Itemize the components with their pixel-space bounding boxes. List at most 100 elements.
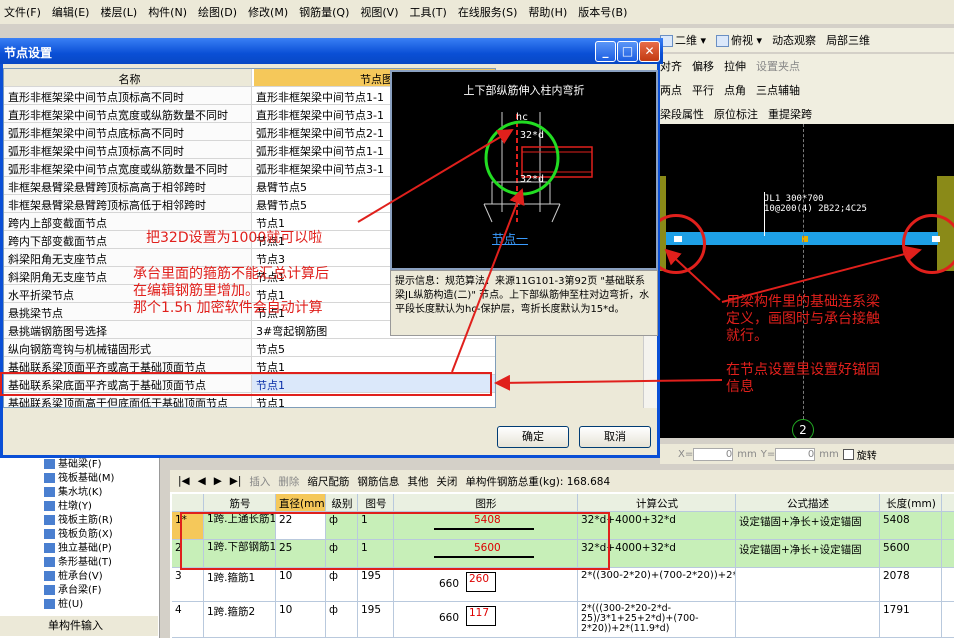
beam-span-attr-button[interactable]: 梁段属性 bbox=[660, 106, 704, 122]
highlight-rebar-rows bbox=[180, 512, 610, 570]
beam-label: JL1 300*700 10@200(4) 2B22;4C25 bbox=[764, 194, 867, 214]
beam-icon bbox=[44, 459, 55, 469]
rebar-icon bbox=[44, 515, 55, 525]
tree-item[interactable]: 集水坑(K) bbox=[0, 486, 159, 500]
2d-button[interactable]: 二维 ▾ bbox=[660, 32, 706, 48]
hint-panel: 提示信息：规范算法：来源11G101-3第92页 "基础联系梁JL纵筋构造(二)… bbox=[390, 270, 658, 336]
edit-toolbar: 对齐 偏移 拉伸 设置夹点 bbox=[660, 54, 954, 78]
minimize-button[interactable]: _ bbox=[595, 41, 616, 62]
axis-number-bubble: 2 bbox=[792, 419, 814, 438]
table-row[interactable]: 4 1跨.箍筋2 10 ф 195 660 117 2*(((300-2*20-2… bbox=[172, 602, 954, 638]
close-dialog-button[interactable]: ✕ bbox=[639, 41, 660, 62]
rebar-info-button[interactable]: 钢筋信息 bbox=[357, 474, 399, 489]
tree-item[interactable]: 条形基础(T) bbox=[0, 556, 159, 570]
table-row[interactable]: 3 1跨.箍筋1 10 ф 195 660 260 2*((300-2*20)+(… bbox=[172, 568, 954, 602]
nav-last[interactable]: ▶| bbox=[230, 475, 242, 487]
tree-item[interactable]: 筏板基础(M) bbox=[0, 472, 159, 486]
tree-item[interactable]: 筏板主筋(R) bbox=[0, 514, 159, 528]
pile-icon bbox=[44, 599, 55, 609]
menu-help[interactable]: 帮助(H) bbox=[528, 4, 567, 20]
y-input[interactable]: 0 bbox=[775, 447, 816, 461]
footing-icon bbox=[44, 543, 55, 553]
menu-floor[interactable]: 楼层(L) bbox=[100, 4, 137, 20]
menu-draw[interactable]: 绘图(D) bbox=[198, 4, 237, 20]
parallel-button[interactable]: 平行 bbox=[692, 82, 714, 98]
stretch-button[interactable]: 拉伸 bbox=[724, 58, 746, 74]
dim-hc: hc bbox=[516, 112, 529, 123]
grid-row[interactable]: 纵向钢筋弯钩与机械锚固形式 节点5 bbox=[4, 339, 495, 357]
cube-icon bbox=[716, 35, 730, 47]
label-leader bbox=[764, 192, 765, 236]
tree-item[interactable]: 筏板负筋(X) bbox=[0, 528, 159, 542]
ok-button[interactable]: 确定 bbox=[497, 426, 569, 448]
three-point-axis-button[interactable]: 三点辅轴 bbox=[756, 82, 800, 98]
two-point-button[interactable]: 两点 bbox=[660, 82, 682, 98]
other-button[interactable]: 其他 bbox=[407, 474, 428, 489]
dialog-title: 节点设置 bbox=[0, 38, 663, 64]
axis-toolbar: 两点 平行 点角 三点辅轴 bbox=[660, 78, 954, 102]
menu-edit[interactable]: 编辑(E) bbox=[52, 4, 90, 20]
rebar-icon bbox=[44, 529, 55, 539]
grip-left[interactable] bbox=[674, 236, 682, 242]
nav-first[interactable]: |◀ bbox=[178, 475, 190, 487]
node-link[interactable]: 节点一 bbox=[492, 230, 528, 247]
menu-bar: 文件(F) 编辑(E) 楼层(L) 构件(N) 绘图(D) 修改(M) 钢筋量(… bbox=[0, 0, 954, 24]
dim-bottom: 32*d bbox=[520, 174, 545, 185]
total-weight: 单构件钢筋总重(kg): 168.684 bbox=[465, 475, 611, 488]
rebar-table-header: 筋号 直径(mm) 级别 图号 图形 计算公式 公式描述 长度(mm) bbox=[172, 494, 954, 512]
maximize-button[interactable]: □ bbox=[617, 41, 638, 62]
annotation-anchor-setting: 在节点设置里设置好锚固 信息 bbox=[726, 362, 880, 395]
annotation-stirrup-note: 承台里面的箍筋不能汇总计算后 在编辑钢筋里增加。 那个1.5h 加密软件会自动计… bbox=[133, 266, 329, 316]
stirrup-shape-cell: 660 117 bbox=[394, 602, 578, 637]
menu-rebar[interactable]: 钢筋量(Q) bbox=[299, 4, 349, 20]
tree-footer[interactable]: 单构件输入 bbox=[0, 616, 158, 636]
tree-item[interactable]: 桩承台(V) bbox=[0, 570, 159, 584]
re-extract-span-button[interactable]: 重提梁跨 bbox=[768, 106, 812, 122]
offset-button[interactable]: 偏移 bbox=[692, 58, 714, 74]
pile-cap-icon bbox=[44, 571, 55, 581]
annotation-32d: 把32D设置为1000就可以啦 bbox=[146, 230, 323, 246]
rotate-checkbox[interactable] bbox=[842, 448, 854, 460]
scale-rebar-button[interactable]: 缩尺配筋 bbox=[307, 474, 349, 489]
local-3d-button[interactable]: 局部三维 bbox=[826, 32, 870, 48]
x-input[interactable]: 0 bbox=[693, 447, 734, 461]
tree-item[interactable]: 独立基础(P) bbox=[0, 542, 159, 556]
menu-file[interactable]: 文件(F) bbox=[4, 4, 41, 20]
rebar-toolbar: |◀ ◀ ▶ ▶| 插入 删除 缩尺配筋 钢筋信息 其他 关闭 单构件钢筋总重(… bbox=[170, 470, 954, 492]
menu-modify[interactable]: 修改(M) bbox=[248, 4, 288, 20]
view-toolbar: 二维 ▾ 俯视 ▾ 动态观察 局部三维 bbox=[660, 28, 954, 52]
nav-next[interactable]: ▶ bbox=[214, 475, 222, 487]
in-place-mark-button[interactable]: 原位标注 bbox=[714, 106, 758, 122]
delete-button[interactable]: 删除 bbox=[278, 474, 299, 489]
cancel-button[interactable]: 取消 bbox=[579, 426, 651, 448]
close-button[interactable]: 关闭 bbox=[436, 474, 457, 489]
cap-beam-icon bbox=[44, 585, 55, 595]
grip-right[interactable] bbox=[932, 236, 940, 242]
dynamic-view-button[interactable]: 动态观察 bbox=[772, 32, 816, 48]
dim-top: 32*d bbox=[520, 130, 545, 141]
menu-version[interactable]: 版本号(B) bbox=[578, 4, 627, 20]
rotate-label: 旋转 bbox=[856, 450, 877, 462]
hint-label: 提示信息： bbox=[395, 276, 445, 287]
menu-online[interactable]: 在线服务(S) bbox=[458, 4, 518, 20]
menu-tools[interactable]: 工具(T) bbox=[410, 4, 447, 20]
align-button[interactable]: 对齐 bbox=[660, 58, 682, 74]
tree-item[interactable]: 桩(U) bbox=[0, 598, 159, 612]
insert-button[interactable]: 插入 bbox=[249, 474, 270, 489]
annotation-beam-def: 用梁构件里的基础连系梁 定义，画图时与承台接触 就行。 bbox=[726, 294, 880, 344]
tree-item[interactable]: 柱墩(Y) bbox=[0, 500, 159, 514]
set-grip-button[interactable]: 设置夹点 bbox=[756, 58, 800, 74]
nav-prev[interactable]: ◀ bbox=[198, 475, 206, 487]
menu-component[interactable]: 构件(N) bbox=[148, 4, 187, 20]
sump-icon bbox=[44, 487, 55, 497]
tree-item[interactable]: 基础梁(F) bbox=[0, 458, 159, 472]
circle-left-end bbox=[652, 214, 706, 274]
top-view-button[interactable]: 俯视 ▾ bbox=[716, 32, 762, 48]
highlight-selected-row bbox=[0, 372, 492, 396]
point-angle-button[interactable]: 点角 bbox=[724, 82, 746, 98]
menu-view[interactable]: 视图(V) bbox=[360, 4, 398, 20]
strip-footing-icon bbox=[44, 557, 55, 567]
pier-icon bbox=[44, 501, 55, 511]
node-preview: 上下部纵筋伸入柱内弯折 hc 32*d 32*d 节点一 bbox=[390, 70, 658, 270]
tree-item[interactable]: 承台梁(F) bbox=[0, 584, 159, 598]
